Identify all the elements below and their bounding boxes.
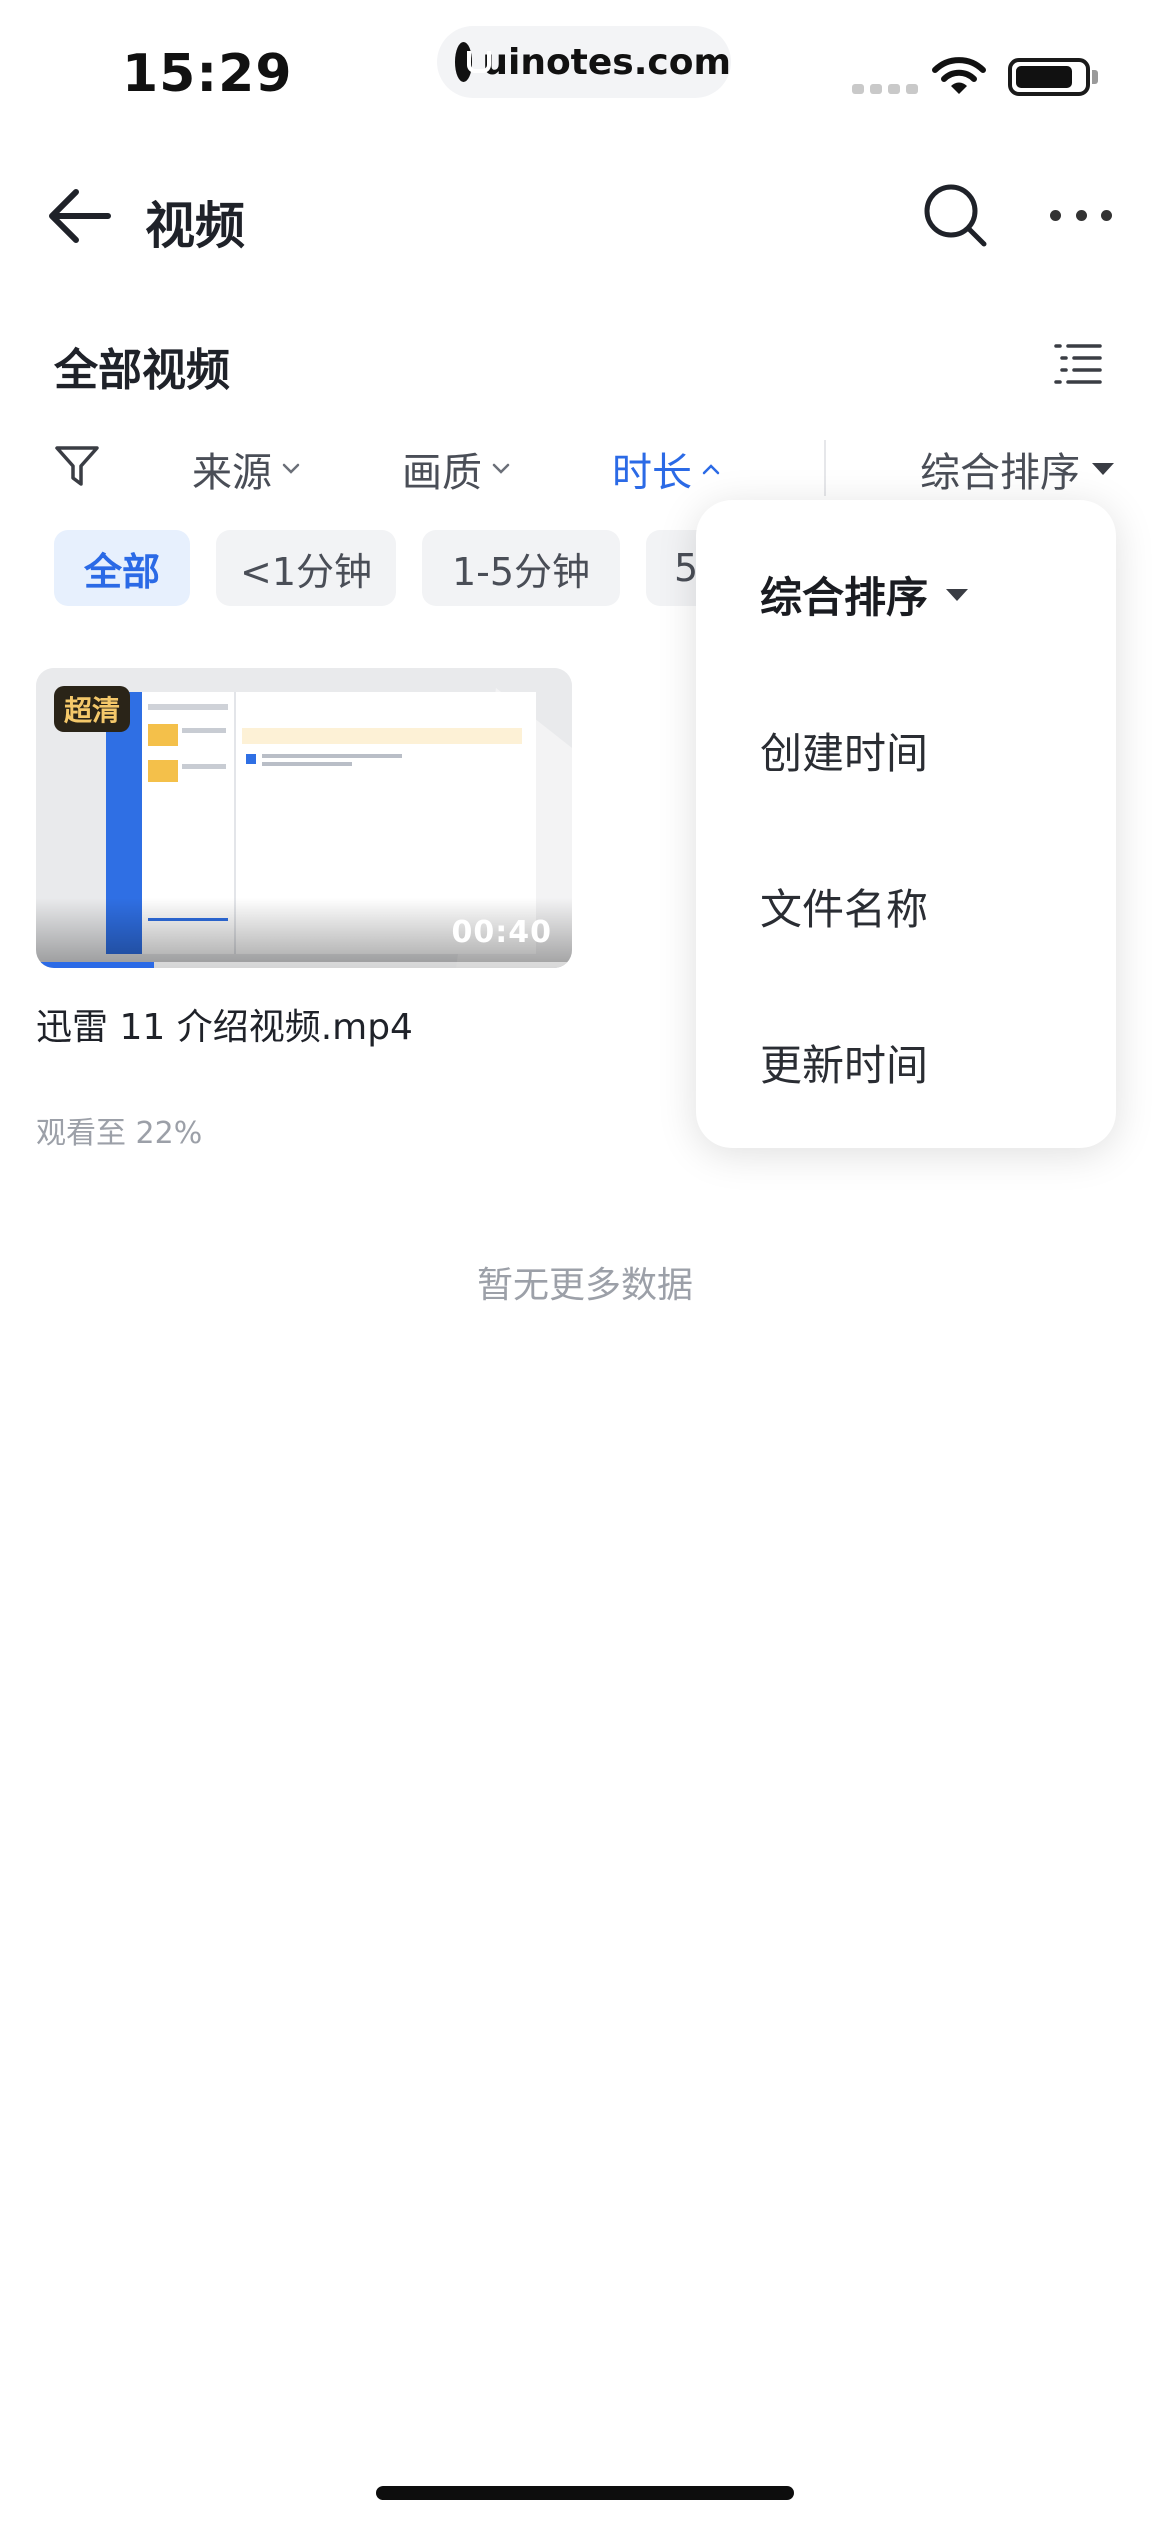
sort-option-comprehensive[interactable]: 综合排序 [760,564,969,625]
sort-selector[interactable]: 综合排序 [920,440,1114,498]
battery-icon [1008,58,1090,96]
chevron-up-icon [702,464,720,475]
filter-source-label: 来源 [192,450,272,496]
sort-option-updated-time[interactable]: 更新时间 [760,1032,928,1093]
cellular-signal-icon [852,84,918,94]
filter-source[interactable]: 来源 [192,440,300,498]
back-arrow-icon[interactable] [46,186,112,246]
video-duration: 00:40 [451,915,552,950]
filter-duration[interactable]: 时长 [612,440,720,498]
filter-quality-label: 画质 [402,450,482,496]
list-view-icon[interactable] [1054,340,1102,388]
url-pill[interactable]: uinotes.com [437,26,731,98]
sort-option-file-name[interactable]: 文件名称 [760,876,928,937]
video-title[interactable]: 迅雷 11 介绍视频.mp4 [36,998,413,1050]
video-progress-fill [36,962,154,968]
battery-cap [1092,70,1098,84]
chip-under-1min[interactable]: <1分钟 [216,530,396,606]
sort-option-label: 综合排序 [760,573,929,622]
sort-option-created-time[interactable]: 创建时间 [760,720,928,781]
filter-funnel-icon[interactable] [54,444,100,488]
status-bar: 15:29 uinotes.com [0,0,1170,140]
chip-all[interactable]: 全部 [54,530,190,606]
wifi-icon [932,57,986,94]
caret-down-icon [946,588,969,601]
site-logo-icon [455,42,492,82]
filter-divider [824,440,826,496]
video-progress-bar [36,962,572,968]
watch-progress-text: 观看至 22% [36,1116,203,1151]
caret-down-icon [1092,463,1114,475]
nav-header: 视频 [0,160,1170,270]
search-icon[interactable] [922,182,988,248]
url-text: uinotes.com [482,41,731,83]
section-title: 全部视频 [54,345,230,396]
sort-selector-label: 综合排序 [920,450,1080,496]
chevron-down-icon [492,463,510,474]
filter-quality[interactable]: 画质 [402,440,510,498]
page-title: 视频 [145,197,245,255]
chevron-down-icon [282,463,300,474]
no-more-data-text: 暂无更多数据 [476,1265,693,1306]
chip-1-5min[interactable]: 1-5分钟 [422,530,620,606]
status-time: 15:29 [122,44,293,104]
filter-duration-label: 时长 [612,450,692,496]
home-indicator [376,2486,794,2500]
more-options-icon[interactable] [1050,210,1112,224]
sort-dropdown-menu: 综合排序 创建时间 文件名称 更新时间 [696,500,1116,1148]
quality-badge: 超清 [54,686,131,732]
